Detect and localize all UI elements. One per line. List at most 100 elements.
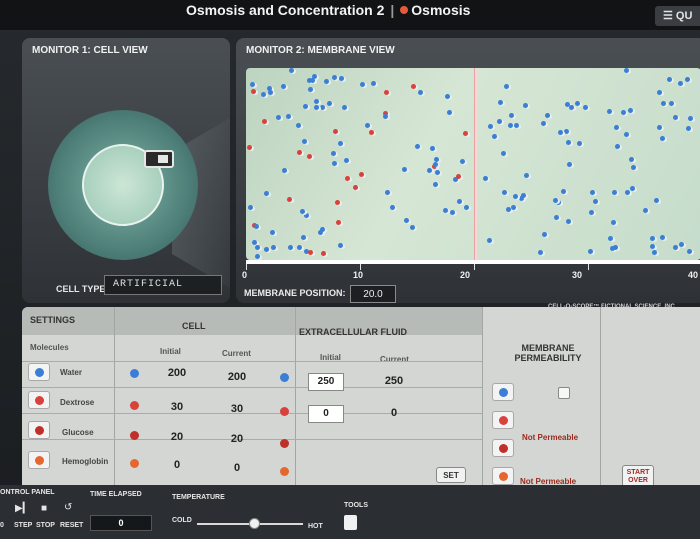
- water-molecule: [457, 199, 462, 204]
- molecule-name-water: Water: [60, 368, 82, 377]
- dextrose-molecule: [247, 145, 252, 150]
- membrane-position-input[interactable]: 20.0: [350, 285, 396, 303]
- water-molecule: [685, 77, 690, 82]
- water-molecule-icon: [280, 373, 289, 382]
- dextrose-molecule-icon: [35, 396, 44, 405]
- ext-initial-water-input[interactable]: 250: [308, 373, 344, 391]
- dextrose-molecule: [321, 251, 326, 256]
- water-molecule: [575, 101, 580, 106]
- dextrose-molecule: [345, 176, 350, 181]
- water-molecule: [447, 110, 452, 115]
- water-molecule: [435, 170, 440, 175]
- water-molecule: [589, 210, 594, 215]
- ruler-tick-label: 10: [353, 270, 364, 280]
- row-divider: [22, 361, 482, 362]
- water-molecule: [628, 108, 633, 113]
- water-molecule: [338, 243, 343, 248]
- hot-label: HOT: [308, 523, 323, 530]
- water-molecule: [679, 242, 684, 247]
- water-molecule: [327, 101, 332, 106]
- glucose-molecule-icon: [130, 431, 139, 440]
- menu-button[interactable]: ☰ QU: [655, 6, 700, 26]
- water-molecule: [365, 123, 370, 128]
- water-molecule: [542, 232, 547, 237]
- stop-button[interactable]: STOP: [36, 522, 55, 529]
- stop-icon[interactable]: ■: [41, 503, 47, 514]
- dextrose-molecule-button[interactable]: [28, 391, 50, 409]
- water-molecule: [613, 245, 618, 250]
- dextrose-molecule: [308, 250, 313, 255]
- water-molecule: [660, 136, 665, 141]
- water-molecule: [504, 84, 509, 89]
- water-molecule: [331, 151, 336, 156]
- water-molecule: [498, 100, 503, 105]
- ruler-tick: [474, 264, 475, 270]
- column-divider: [600, 307, 601, 485]
- water-molecule: [513, 194, 518, 199]
- dextrose-molecule: [287, 197, 292, 202]
- microscope-icon[interactable]: [144, 150, 174, 168]
- water-molecule: [524, 173, 529, 178]
- cell-current-hemoglobin: 0: [233, 462, 241, 474]
- time-elapsed-value: 0: [90, 515, 152, 531]
- tools-icon[interactable]: [344, 515, 357, 530]
- hemoglobin-molecule-button[interactable]: [28, 451, 50, 469]
- play-icon[interactable]: ▶▎: [15, 503, 30, 514]
- ruler-tick-label: 0: [242, 270, 248, 280]
- water-molecule-button[interactable]: [28, 363, 50, 381]
- dextrose-molecule: [369, 130, 374, 135]
- water-molecule: [492, 134, 497, 139]
- set-button[interactable]: SET: [436, 467, 466, 483]
- perm-glucose-button[interactable]: [492, 439, 514, 457]
- water-molecule: [332, 161, 337, 166]
- water-molecule: [339, 76, 344, 81]
- dextrose-molecule: [384, 90, 389, 95]
- water-molecule: [338, 141, 343, 146]
- water-molecule: [288, 245, 293, 250]
- membrane-line[interactable]: [474, 68, 477, 260]
- step-button[interactable]: STEP: [14, 522, 32, 529]
- water-molecule: [320, 105, 325, 110]
- water-molecule: [360, 82, 365, 87]
- water-molecule: [402, 167, 407, 172]
- water-permeable-checkbox[interactable]: [558, 387, 570, 399]
- water-molecule: [657, 90, 662, 95]
- monitor-membrane-view: MONITOR 2: MEMBRANE VIEW 0 10 20 30 40 M…: [236, 38, 700, 310]
- start-over-button[interactable]: START OVER: [622, 465, 654, 487]
- cold-label: COLD: [172, 517, 192, 524]
- glucose-molecule-icon: [280, 439, 289, 448]
- ext-initial-dextrose-input[interactable]: 0: [308, 405, 344, 423]
- water-molecule: [650, 236, 655, 241]
- menu-label: QU: [675, 10, 693, 22]
- extracellular-header: EXTRACELLULAR FLUID: [299, 327, 407, 337]
- water-molecule: [282, 168, 287, 173]
- settings-panel: SETTINGS CELL EXTRACELLULAR FLUID Molecu…: [22, 307, 700, 487]
- hemoglobin-molecule-icon: [130, 459, 139, 468]
- water-molecule: [332, 75, 337, 80]
- water-molecule: [385, 190, 390, 195]
- perm-water-button[interactable]: [492, 383, 514, 401]
- cell-type-select[interactable]: ARTIFICIAL: [104, 275, 222, 295]
- water-molecule: [297, 245, 302, 250]
- reset-button[interactable]: RESET: [60, 522, 83, 529]
- cell-outer-ring: [48, 110, 198, 260]
- water-molecule: [611, 220, 616, 225]
- water-molecule: [607, 109, 612, 114]
- dextrose-molecule: [251, 89, 256, 94]
- water-molecule: [261, 92, 266, 97]
- water-molecule: [569, 105, 574, 110]
- dextrose-molecule: [411, 84, 416, 89]
- water-molecule: [430, 146, 435, 151]
- water-molecule: [660, 235, 665, 240]
- reset-icon[interactable]: ↺: [64, 502, 72, 513]
- glucose-molecule-button[interactable]: [28, 421, 50, 439]
- water-molecule: [657, 125, 662, 130]
- perm-dextrose-button[interactable]: [492, 411, 514, 429]
- dextrose-molecule: [463, 131, 468, 136]
- perm-hemoglobin-button[interactable]: [492, 467, 514, 485]
- glucose-molecule-icon: [499, 444, 508, 453]
- temperature-slider-knob[interactable]: [249, 518, 260, 529]
- water-molecule: [314, 105, 319, 110]
- water-molecule: [324, 79, 329, 84]
- water-molecule: [523, 103, 528, 108]
